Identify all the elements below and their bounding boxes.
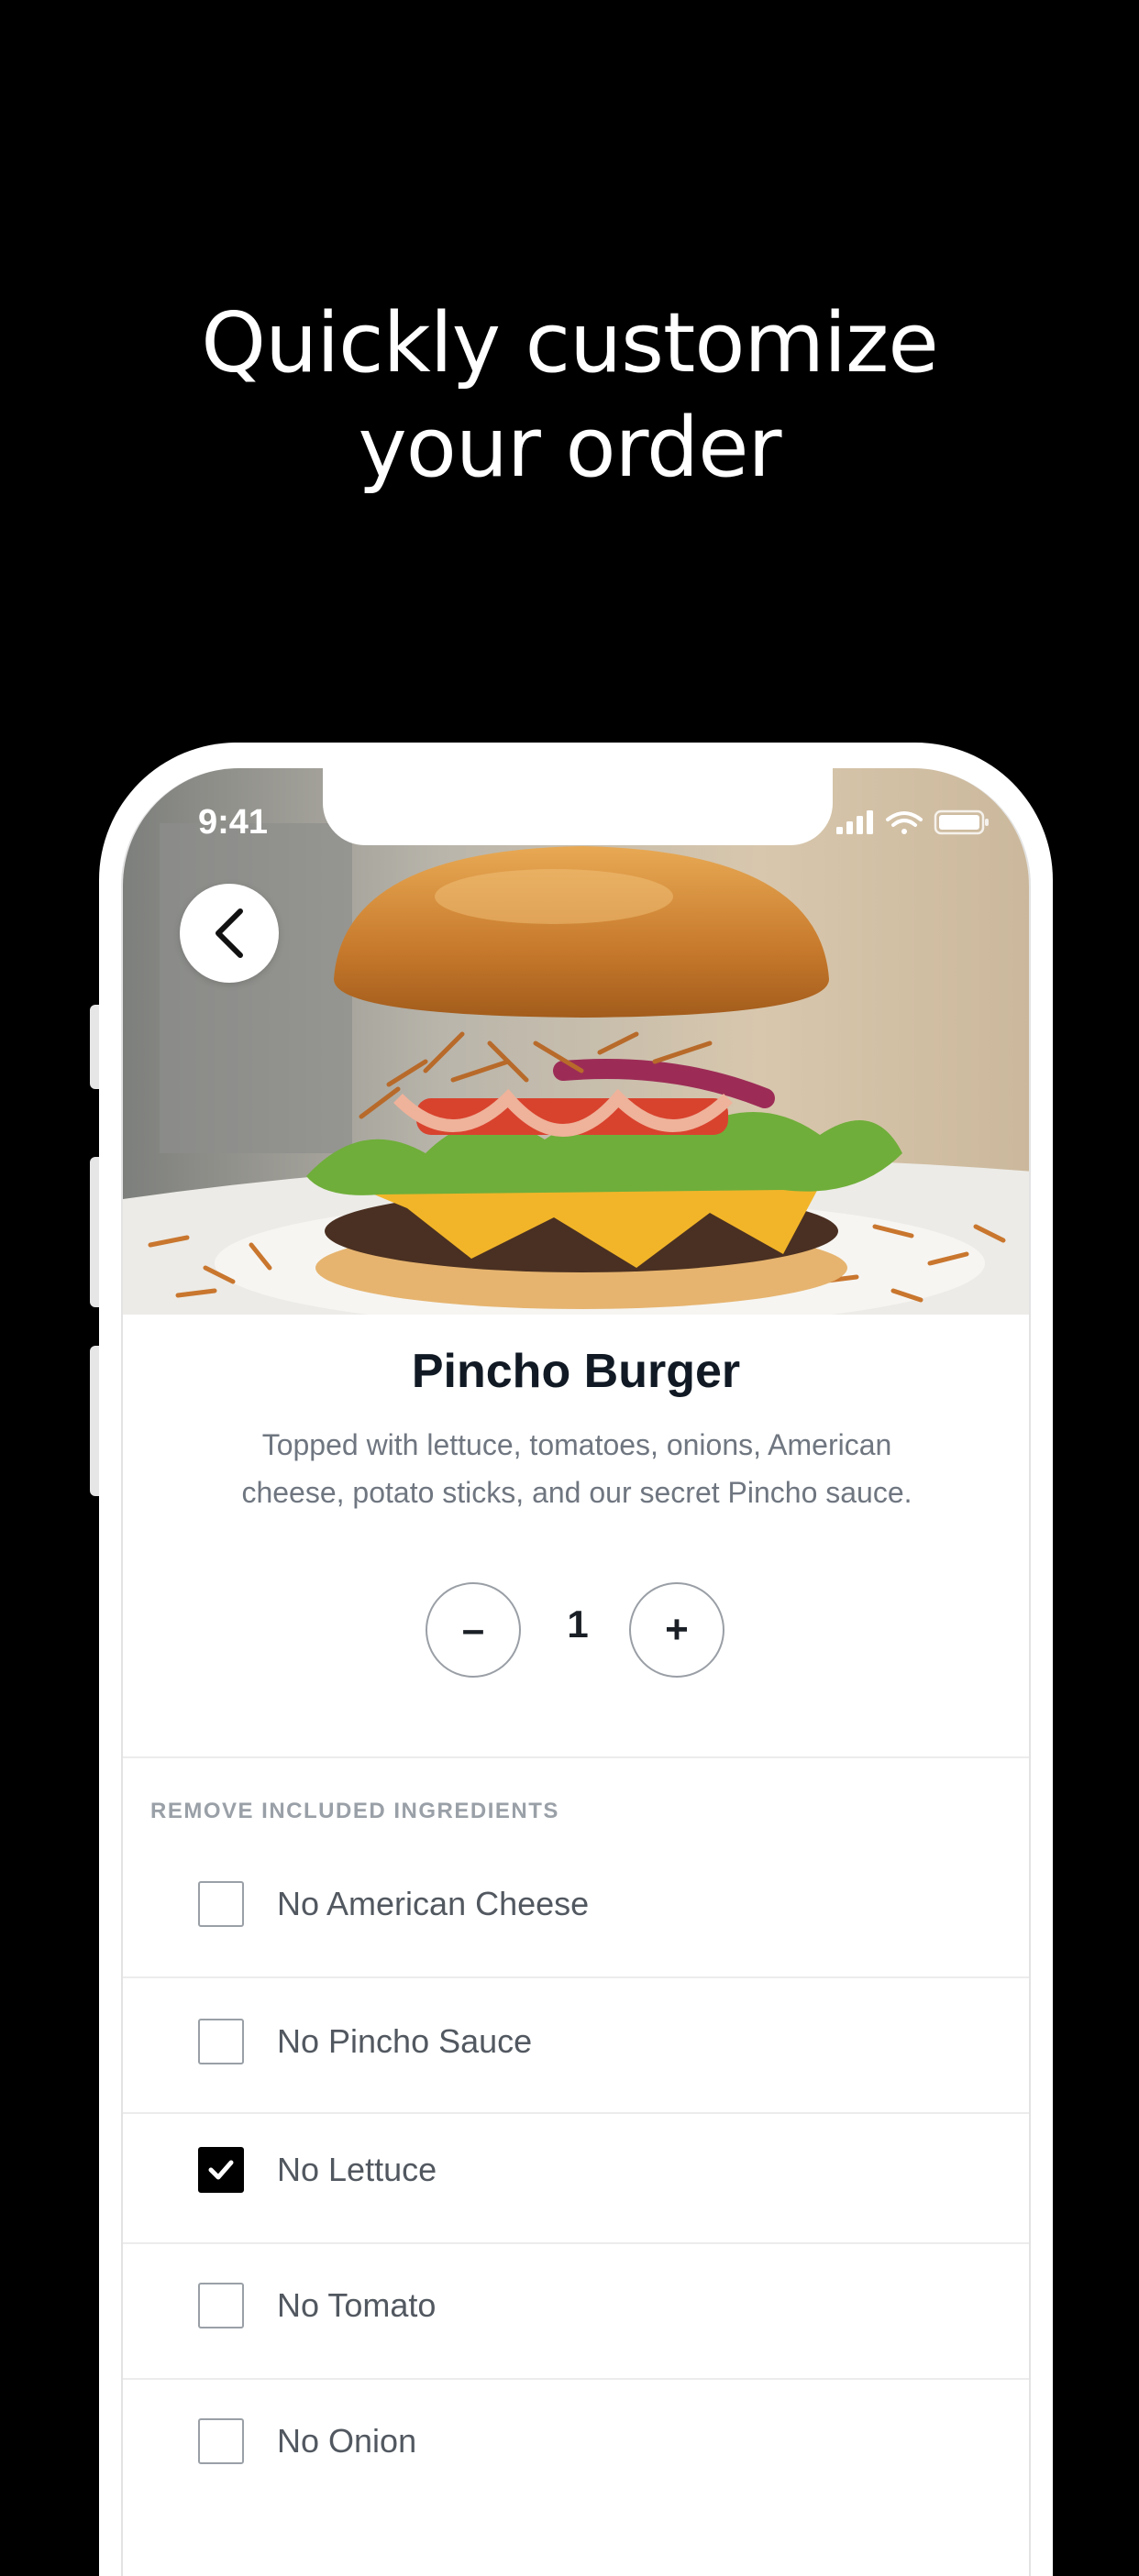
ingredient-option[interactable]: No Tomato bbox=[123, 2244, 1029, 2378]
headline-line-2: your order bbox=[358, 400, 782, 496]
checkbox[interactable] bbox=[198, 1881, 244, 1927]
quantity-stepper: – 1 + bbox=[123, 1582, 1029, 1678]
quantity-value: 1 bbox=[567, 1602, 589, 1646]
option-label: No American Cheese bbox=[277, 1885, 590, 1922]
checkbox[interactable] bbox=[198, 2418, 244, 2464]
headline: Quickly customize your order bbox=[0, 292, 1139, 501]
status-time: 9:41 bbox=[198, 803, 269, 842]
product-title: Pincho Burger bbox=[411, 1345, 741, 1398]
ingredient-option[interactable]: No American Cheese bbox=[123, 1837, 1029, 1971]
decrease-quantity-button[interactable]: – bbox=[426, 1582, 521, 1678]
option-label: No Onion bbox=[277, 2422, 417, 2460]
checkbox[interactable] bbox=[198, 2283, 244, 2328]
ingredient-option[interactable]: No Lettuce bbox=[123, 2114, 1029, 2248]
ingredient-option[interactable]: No Onion bbox=[123, 2380, 1029, 2514]
burger-photo: 9:41 bbox=[123, 768, 1029, 1315]
wifi-icon bbox=[886, 811, 923, 834]
phone-screen: 9:41 Pincho Burger Topped with lettuce, … bbox=[121, 768, 1031, 2576]
checkmark-icon bbox=[208, 2160, 234, 2180]
checkbox-checked[interactable] bbox=[198, 2147, 244, 2193]
status-icons bbox=[836, 809, 992, 841]
section-title: REMOVE INCLUDED INGREDIENTS bbox=[150, 1799, 559, 1823]
phone-notch bbox=[323, 768, 833, 845]
increase-quantity-button[interactable]: + bbox=[629, 1582, 724, 1678]
headline-line-1: Quickly customize bbox=[201, 295, 938, 391]
ingredient-option[interactable]: No Pincho Sauce bbox=[123, 1978, 1029, 2112]
signal-icon bbox=[836, 810, 873, 834]
checkbox[interactable] bbox=[198, 2019, 244, 2064]
battery-icon bbox=[934, 809, 989, 835]
option-label: No Lettuce bbox=[277, 2151, 437, 2188]
product-description: Topped with lettuce, tomatoes, onions, A… bbox=[241, 1428, 912, 1509]
option-label: No Pincho Sauce bbox=[277, 2022, 533, 2060]
phone-frame: 9:41 Pincho Burger Topped with lettuce, … bbox=[99, 743, 1053, 2576]
chevron-left-icon bbox=[216, 908, 243, 958]
section-divider bbox=[123, 1756, 1029, 1758]
option-label: No Tomato bbox=[277, 2286, 437, 2324]
back-button[interactable] bbox=[180, 884, 279, 983]
